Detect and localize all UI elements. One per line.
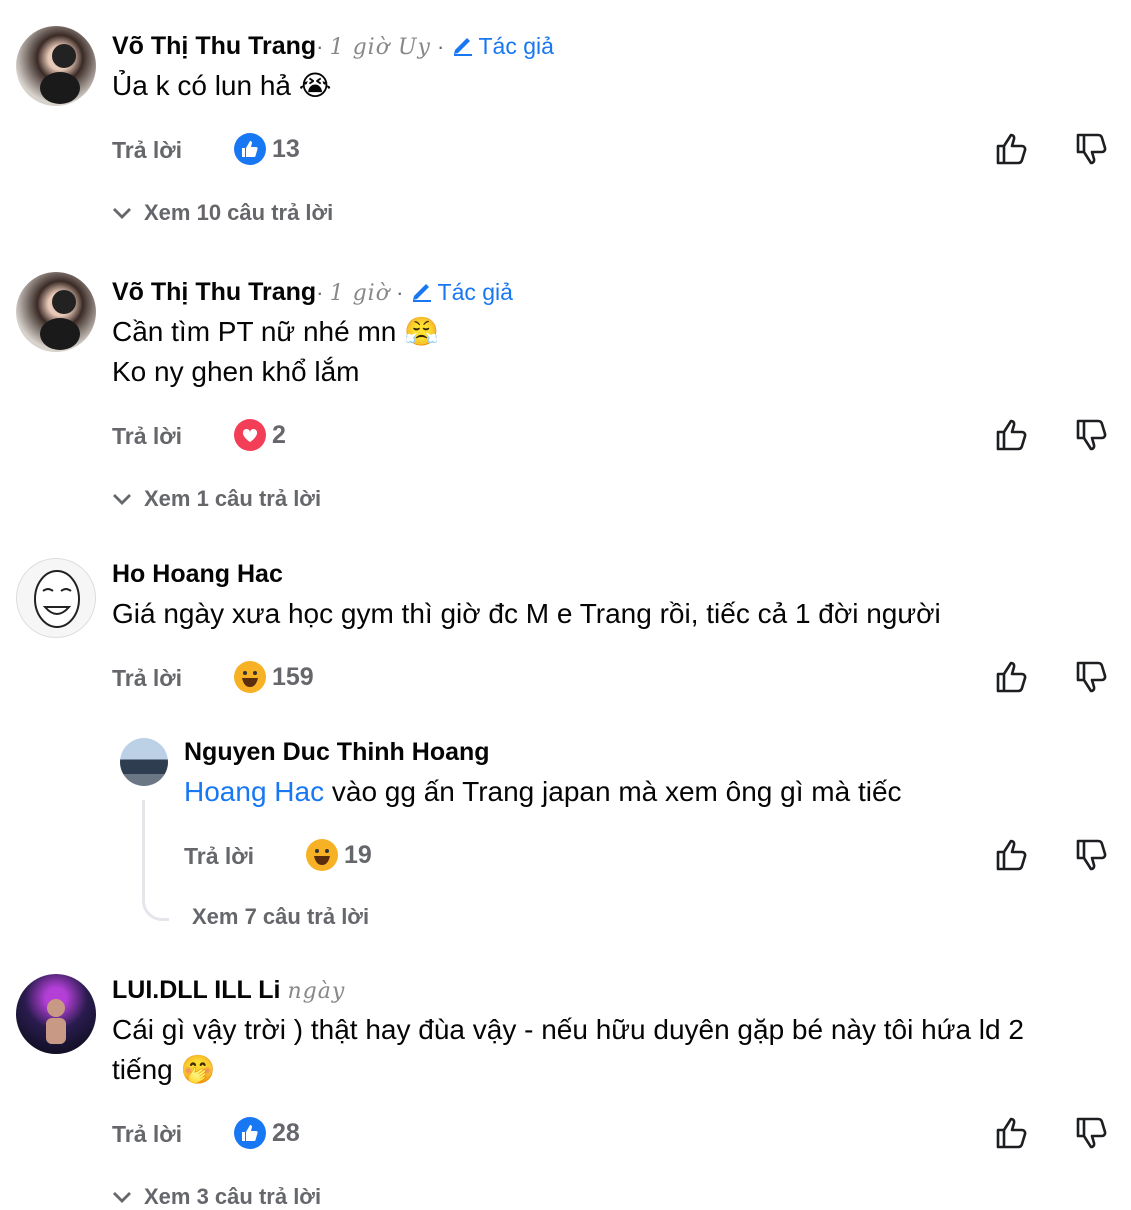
author-badge: Tác giả [451,33,554,59]
comment-text: Giá ngày xưa học gym thì giờ đc M e Tran… [112,598,941,629]
comment-text-line-1: Cần tìm PT nữ nhé mn 😤 [112,316,439,347]
avatar[interactable] [16,974,96,1054]
comment-time[interactable]: ngày [287,979,345,1004]
avatar-photo-icon [40,290,80,350]
avatar[interactable] [120,738,168,786]
comment-author-name[interactable]: LUI.DLL ILL Li ngày [112,976,345,1005]
view-replies-button[interactable]: Xem 3 câu trả lời [112,1184,321,1210]
thumbs-up-outline-icon[interactable] [994,1115,1030,1151]
author-badge: Tác giả [410,279,513,305]
thumbs-down-outline-icon[interactable] [1074,1115,1110,1151]
chevron-down-icon [113,1192,131,1203]
thumbs-down-outline-icon[interactable] [1074,837,1110,873]
avatar[interactable] [16,272,96,352]
reaction-summary[interactable]: 159 [234,661,314,693]
avatar[interactable] [16,26,96,106]
view-replies-button[interactable]: Xem 1 câu trả lời [112,486,321,512]
reply-button[interactable]: Trả lời [112,665,182,692]
reply-button[interactable]: Trả lời [112,137,182,164]
comment-author-name[interactable]: Ho Hoang Hac [112,560,283,589]
thumbs-down-outline-icon[interactable] [1074,131,1110,167]
reaction-summary[interactable]: 13 [234,133,300,165]
view-replies-button[interactable]: Xem 7 câu trả lời [192,904,369,930]
chevron-down-icon [113,208,131,219]
thumbs-up-outline-icon[interactable] [994,131,1030,167]
reaction-summary[interactable]: 28 [234,1117,300,1149]
reply-button[interactable]: Trả lời [184,843,254,870]
view-replies-button[interactable]: Xem 10 câu trả lời [112,200,333,226]
pencil-icon [453,38,472,56]
reply-text: Hoang Hac vào gg ấn Trang japan mà xem ô… [184,776,902,807]
thumbs-down-outline-icon[interactable] [1074,659,1110,695]
pencil-icon [412,284,431,302]
mention-link[interactable]: Hoang Hac [184,776,324,807]
comment-time[interactable]: 1 giờ [330,281,390,306]
like-reaction-icon [234,133,266,165]
reaction-summary[interactable]: 2 [234,419,286,451]
chevron-down-icon [113,494,131,505]
comment-time[interactable]: 1 giờ Uy [330,35,431,60]
haha-reaction-icon [234,661,266,693]
reaction-summary[interactable]: 19 [306,839,372,871]
thread-connector [142,800,169,921]
comment-text-line-1: Cái gì vậy trời ) thật hay đùa vậy - nếu… [112,1014,1024,1045]
like-reaction-icon [234,1117,266,1149]
meme-face-icon [34,570,80,628]
comment-text-line-2: Ko ny ghen khổ lắm [112,356,360,387]
thumbs-up-outline-icon[interactable] [994,837,1030,873]
comment-author-name[interactable]: Võ Thị Thu Trang· 1 giờ · Tác giả [112,278,513,307]
avatar-photo-icon [40,44,80,104]
reply-button[interactable]: Trả lời [112,423,182,450]
thumbs-up-outline-icon[interactable] [994,417,1030,453]
avatar-photo-icon [46,999,66,1044]
haha-reaction-icon [306,839,338,871]
love-reaction-icon [234,419,266,451]
reply-button[interactable]: Trả lời [112,1121,182,1148]
thumbs-up-outline-icon[interactable] [994,659,1030,695]
comment-author-name[interactable]: Võ Thị Thu Trang· 1 giờ Uy · Tác giả [112,32,554,61]
thumbs-down-outline-icon[interactable] [1074,417,1110,453]
comment-text: Ủa k có lun hả 😭 [112,70,332,101]
comment-text-line-2: tiếng 🤭 [112,1054,216,1085]
reply-author-name[interactable]: Nguyen Duc Thinh Hoang [184,738,490,767]
avatar[interactable] [16,558,96,638]
